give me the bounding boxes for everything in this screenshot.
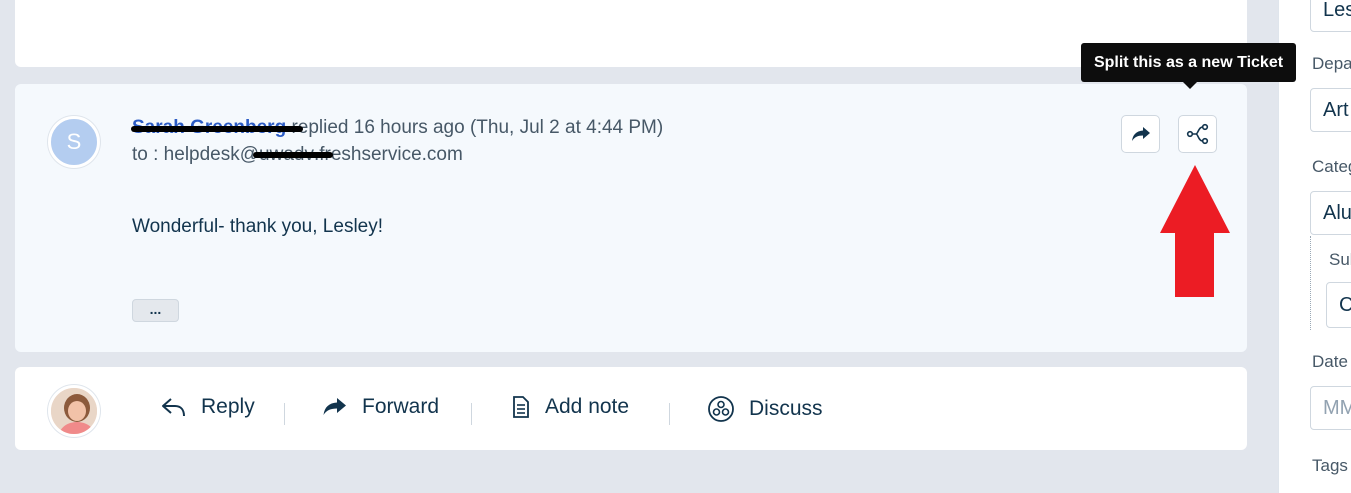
category-label: Categ bbox=[1312, 157, 1351, 176]
message-body: Wonderful- thank you, Lesley! bbox=[132, 216, 384, 237]
previous-message-card bbox=[15, 0, 1247, 67]
discuss-icon bbox=[708, 396, 734, 422]
reply-label: Reply bbox=[201, 395, 255, 418]
category-field[interactable]: Alu bbox=[1310, 191, 1351, 235]
note-icon bbox=[513, 396, 529, 418]
forward-button[interactable]: Forward bbox=[322, 395, 439, 419]
reply-button[interactable]: Reply bbox=[161, 395, 255, 419]
tags-label: Tags bbox=[1312, 456, 1348, 475]
agent-photo bbox=[51, 388, 97, 434]
divider bbox=[669, 403, 670, 425]
split-ticket-tooltip: Split this as a new Ticket bbox=[1081, 43, 1296, 82]
forward-message-button[interactable] bbox=[1121, 115, 1160, 153]
split-ticket-button[interactable] bbox=[1178, 115, 1217, 153]
split-icon bbox=[1186, 123, 1208, 145]
reply-icon bbox=[162, 398, 185, 417]
agent-avatar bbox=[48, 385, 100, 437]
agent-field[interactable]: Les bbox=[1310, 0, 1351, 32]
subcategory-field[interactable]: C bbox=[1326, 282, 1351, 328]
show-quoted-button[interactable]: ... bbox=[132, 299, 179, 322]
discuss-label: Discuss bbox=[749, 397, 823, 420]
date-field[interactable]: MM bbox=[1310, 386, 1351, 430]
forward-label: Forward bbox=[362, 395, 440, 418]
conversation-message: S Sarah Greenberg replied 16 hours ago (… bbox=[15, 84, 1247, 352]
divider bbox=[471, 403, 472, 425]
tooltip-pointer bbox=[1183, 82, 1197, 89]
date-label: Date bbox=[1312, 352, 1348, 371]
divider bbox=[284, 403, 285, 425]
add-note-label: Add note bbox=[545, 395, 630, 418]
add-note-button[interactable]: Add note bbox=[509, 395, 629, 419]
redaction-mark bbox=[253, 152, 334, 158]
message-meta: Sarah Greenberg replied 16 hours ago (Th… bbox=[131, 117, 664, 139]
red-annotation-arrow bbox=[1160, 165, 1230, 297]
replied-text: replied 16 hours ago (Thu, Jul 2 at 4:44… bbox=[286, 117, 664, 138]
discuss-button[interactable]: Discuss bbox=[707, 395, 823, 423]
department-field[interactable]: Art bbox=[1310, 88, 1351, 132]
subcategory-label: Sul bbox=[1329, 250, 1351, 269]
recipient-line: to : helpdesk@uwadv.freshservice.com bbox=[132, 144, 463, 166]
redaction-mark bbox=[131, 126, 303, 132]
redacted-domain: uwadv bbox=[253, 144, 334, 166]
sender-name[interactable]: Sarah Greenberg bbox=[131, 117, 303, 139]
sender-avatar: S bbox=[48, 116, 100, 168]
reply-action-bar: Reply Forward Add note Discuss bbox=[15, 367, 1247, 450]
forward-icon bbox=[1131, 127, 1150, 141]
forward-icon bbox=[323, 398, 346, 415]
department-label: Depa bbox=[1312, 54, 1351, 73]
